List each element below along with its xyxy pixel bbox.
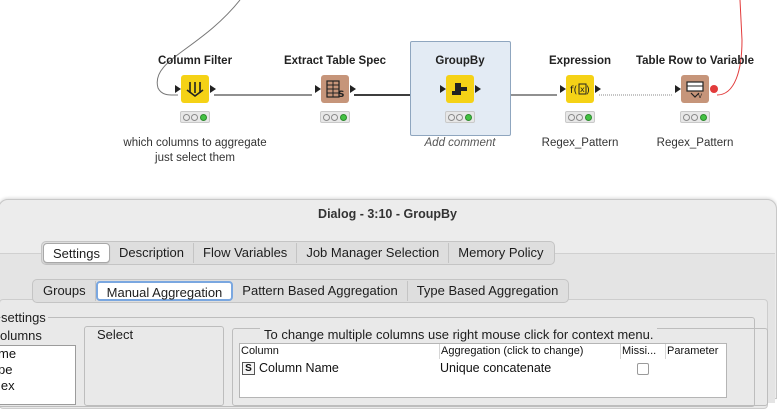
- node-extract-table-spec[interactable]: Extract Table Spec S: [275, 55, 395, 135]
- missing-checkbox[interactable]: [637, 363, 649, 375]
- svg-text:V: V: [698, 93, 703, 100]
- column-cell: S Column Name: [242, 360, 339, 377]
- list-item[interactable]: pe: [0, 362, 75, 378]
- column-filter-icon: [181, 75, 209, 103]
- variable-output-port[interactable]: [710, 85, 718, 93]
- tab-description[interactable]: Description: [110, 243, 195, 263]
- status-traffic-light: [180, 111, 210, 123]
- tab-pattern-based-aggregation[interactable]: Pattern Based Aggregation: [233, 281, 408, 301]
- expression-icon: f( x ): [566, 75, 594, 103]
- status-traffic-light: [445, 111, 475, 123]
- tab-groups[interactable]: Groups: [34, 281, 96, 301]
- node-title: GroupBy: [435, 55, 485, 67]
- columns-label: olumns: [0, 328, 42, 343]
- settings-group-label: settings: [1, 310, 48, 325]
- select-label: Select: [95, 327, 136, 342]
- tab-type-based-aggregation[interactable]: Type Based Aggregation: [408, 281, 568, 301]
- svg-text:x: x: [580, 85, 585, 94]
- svg-text:S: S: [338, 90, 344, 100]
- workflow-canvas[interactable]: Column Filter which columns to aggregate…: [0, 0, 777, 200]
- tab-manual-aggregation[interactable]: Manual Aggregation: [95, 281, 234, 301]
- node-title: Expression: [549, 55, 611, 67]
- tab-flow-variables[interactable]: Flow Variables: [194, 243, 298, 263]
- tab-memory-policy[interactable]: Memory Policy: [449, 243, 552, 263]
- output-port[interactable]: [475, 85, 481, 93]
- table-row-to-variable-icon: V: [681, 75, 709, 103]
- main-tabbar: Settings Description Flow Variables Job …: [41, 241, 555, 265]
- svg-text:f(: f(: [570, 85, 578, 96]
- node-table-row-to-variable[interactable]: Table Row to Variable V Regex_Pattern: [635, 55, 755, 175]
- status-traffic-light: [565, 111, 595, 123]
- groupby-dialog: Dialog - 3:10 - GroupBy Settings Descrip…: [0, 199, 777, 409]
- string-type-icon: S: [242, 362, 255, 376]
- groupby-icon: [446, 75, 474, 103]
- context-menu-hint: To change multiple columns use right mou…: [260, 327, 658, 342]
- output-port[interactable]: [595, 85, 601, 93]
- svg-text:): ): [586, 85, 590, 96]
- tab-settings[interactable]: Settings: [43, 243, 110, 263]
- node-comment[interactable]: Regex_Pattern: [615, 136, 775, 151]
- node-title: Table Row to Variable: [635, 55, 754, 67]
- column-header-aggregation[interactable]: Aggregation (click to change): [440, 344, 621, 359]
- extract-table-spec-icon: S: [321, 75, 349, 103]
- aggregation-cell[interactable]: Unique concatenate: [440, 360, 551, 377]
- column-header-column[interactable]: Column: [240, 344, 440, 359]
- node-expression[interactable]: Expression f( x ) Regex_Pattern: [520, 55, 640, 175]
- list-item[interactable]: me: [0, 346, 75, 362]
- node-title: Extract Table Spec: [283, 55, 387, 67]
- output-port[interactable]: [350, 85, 356, 93]
- table-row[interactable]: S Column Name Unique concatenate: [240, 360, 726, 378]
- sub-tabbar: Groups Manual Aggregation Pattern Based …: [32, 279, 570, 303]
- column-header-missing[interactable]: Missi...: [621, 344, 666, 359]
- output-port[interactable]: [210, 85, 216, 93]
- node-title: Column Filter: [157, 55, 233, 67]
- aggregation-table[interactable]: Column Aggregation (click to change) Mis…: [239, 343, 727, 398]
- tab-job-manager-selection[interactable]: Job Manager Selection: [297, 243, 450, 263]
- node-column-filter[interactable]: Column Filter which columns to aggregate…: [123, 55, 266, 175]
- status-traffic-light: [320, 111, 350, 123]
- node-comment[interactable]: which columns to aggregate just select t…: [115, 136, 275, 166]
- column-name-value: Column Name: [259, 361, 339, 375]
- dialog-title: Dialog - 3:10 - GroupBy: [318, 207, 457, 221]
- node-groupby[interactable]: GroupBy Add comment: [400, 55, 520, 175]
- status-traffic-light: [680, 111, 710, 123]
- column-header-parameter[interactable]: Parameter: [666, 344, 728, 359]
- available-columns-list[interactable]: me pe lex: [0, 345, 76, 405]
